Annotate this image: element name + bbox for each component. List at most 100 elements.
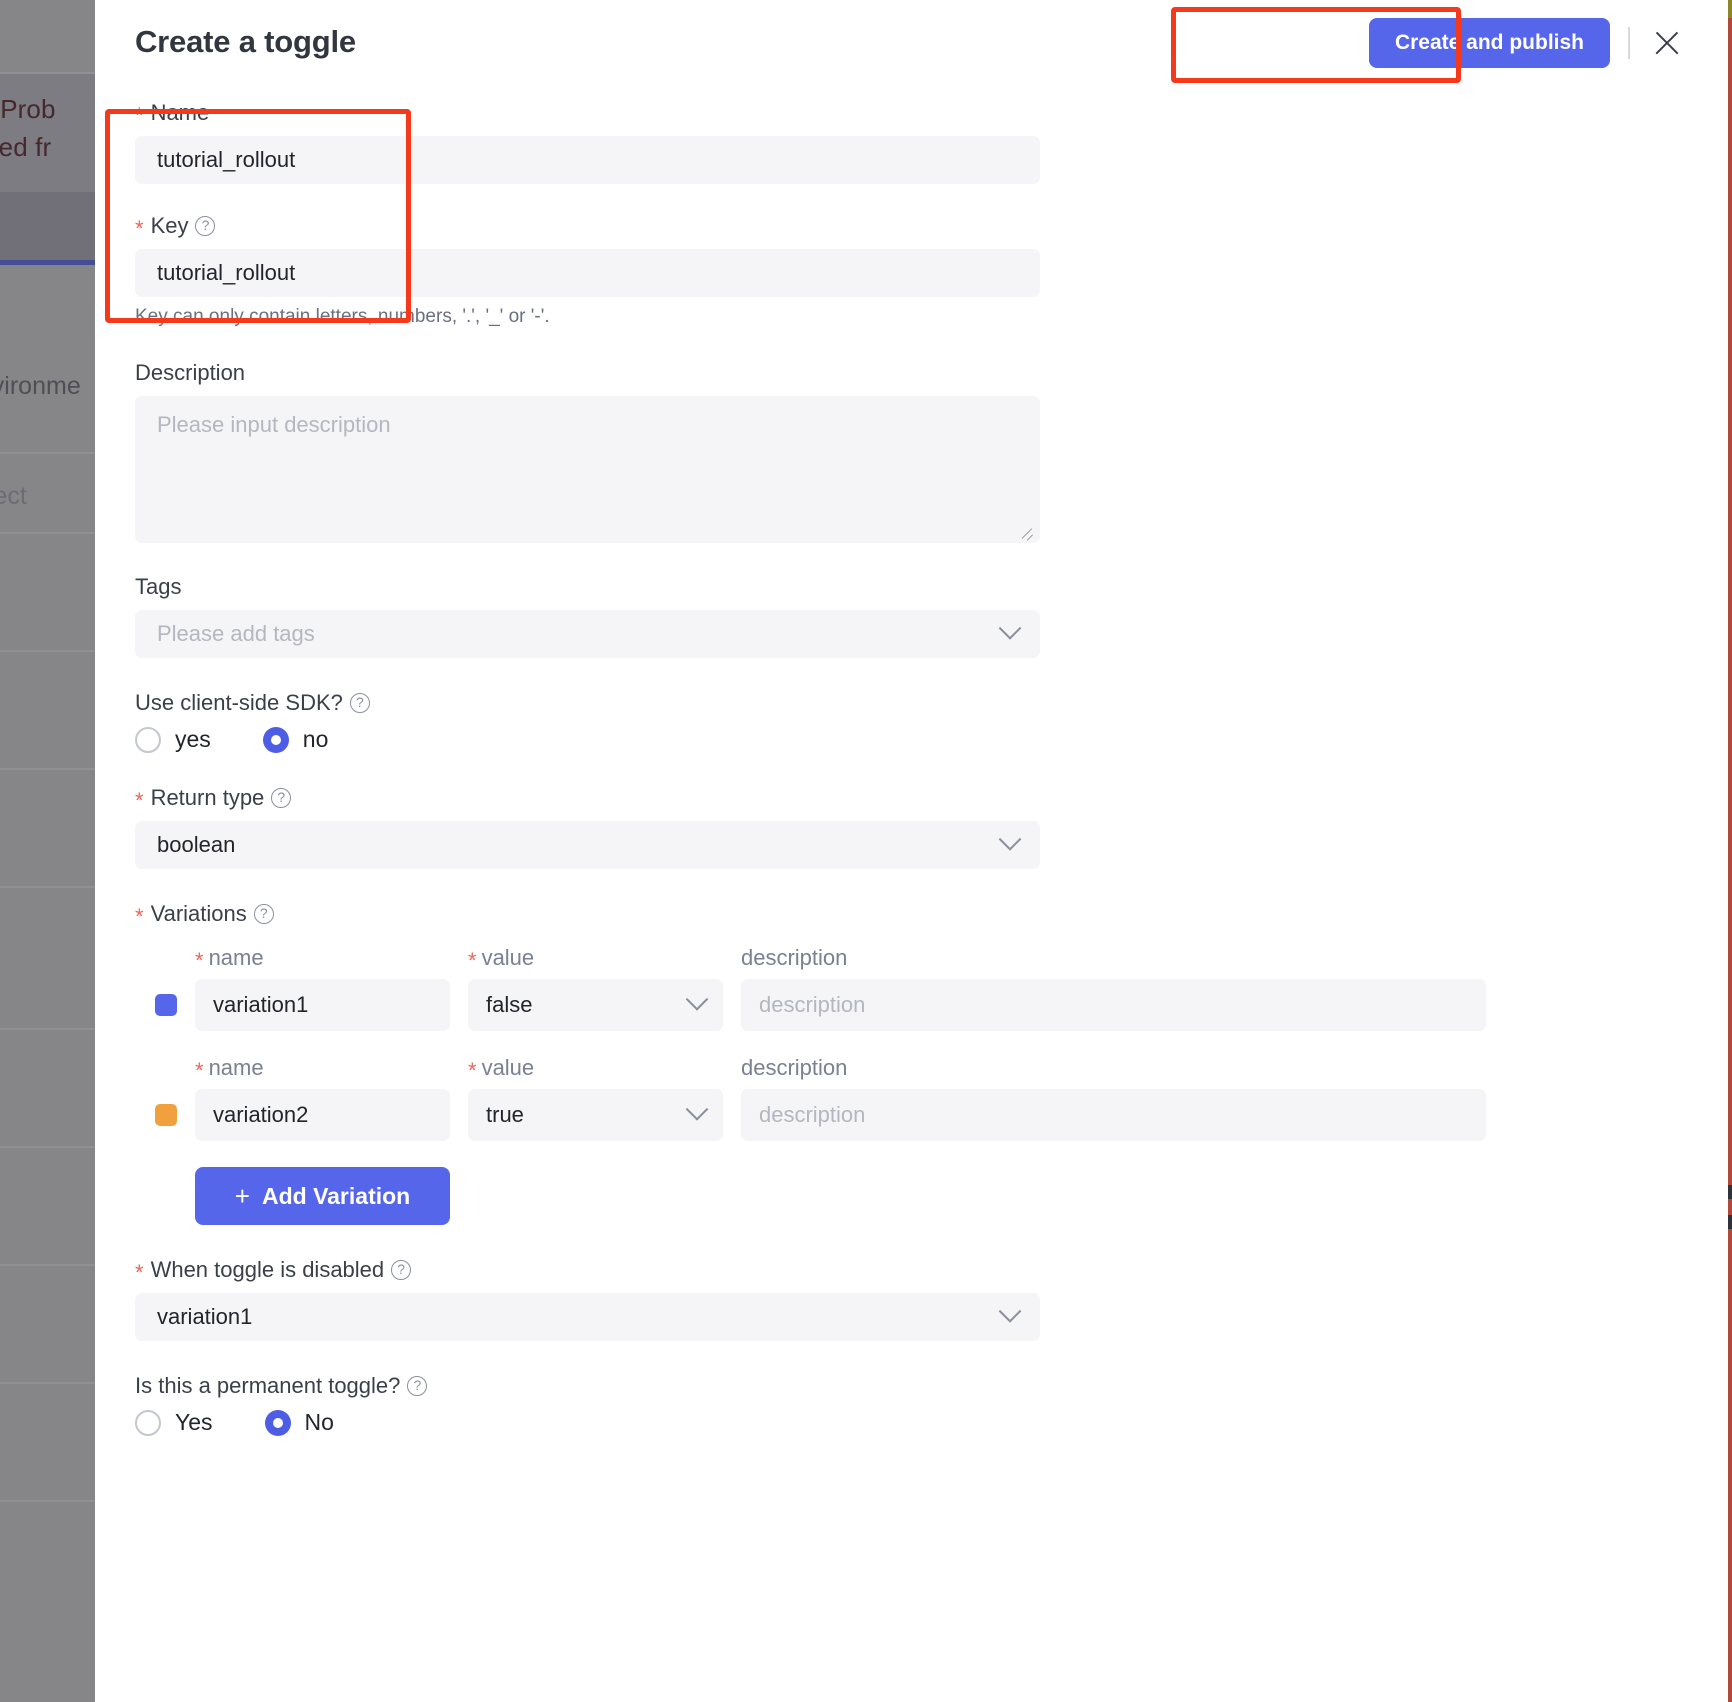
name-input[interactable]: tutorial_rollout [135,136,1040,184]
description-label: Description [135,360,1695,386]
radio-label-sdk-no: no [303,726,329,753]
variation-value-select[interactable]: false [468,979,723,1031]
create-toggle-drawer: Create a toggle Create and publish * Nam… [95,0,1728,1702]
question-mark-icon[interactable]: ? [407,1376,427,1396]
chevron-down-icon [999,617,1022,640]
radio-option-permanent-no[interactable]: No [265,1409,334,1436]
drawer-header: Create a toggle Create and publish [95,0,1728,92]
column-header-description: description [741,945,847,971]
question-mark-icon[interactable]: ? [254,904,274,924]
key-label: Key [151,213,189,239]
required-asterisk: * [135,790,144,812]
variations-label-row: * Variations ? [135,901,1695,927]
return-type-select[interactable]: boolean [135,821,1040,869]
required-asterisk: * [195,1058,204,1084]
radio-option-sdk-yes[interactable]: yes [135,726,211,753]
edge-segment-mid-2 [1728,1215,1732,1229]
column-header-value: * value [468,1055,741,1081]
column-header-value-text: value [482,945,535,971]
tags-placeholder: Please add tags [157,621,315,647]
field-tags: Tags Please add tags [135,574,1695,658]
required-asterisk: * [135,218,144,240]
chevron-down-icon [999,1300,1022,1323]
key-hint: Key can only contain letters, numbers, '… [135,306,1695,328]
page-title: Create a toggle [135,24,356,60]
radio-circle-selected-icon [263,727,289,753]
variation-description-input[interactable]: description [741,979,1486,1031]
name-label: Name [151,100,210,126]
variation-value-text: true [486,1102,524,1128]
field-variations: * Variations ? * name * value descriptio… [135,901,1695,1225]
add-variation-button[interactable]: + Add Variation [195,1167,450,1225]
column-header-description: description [741,1055,847,1081]
return-type-label: Return type [151,785,265,811]
description-textarea[interactable]: Please input description [135,396,1040,543]
variations-list: * name * value description variation1 fa… [155,945,1695,1225]
required-asterisk: * [135,1262,144,1284]
client-sdk-radio-group: yes no [135,726,1695,753]
required-asterisk: * [468,1058,477,1084]
radio-label-permanent-no: No [305,1409,334,1436]
field-when-disabled: * When toggle is disabled ? variation1 [135,1257,1695,1341]
variation-description-input[interactable]: description [741,1089,1486,1141]
variations-label: Variations [151,901,247,927]
description-placeholder: Please input description [157,412,391,437]
permanent-toggle-radio-group: Yes No [135,1409,1695,1436]
field-client-side-sdk: Use client-side SDK? ? yes no [135,690,1695,753]
question-mark-icon[interactable]: ? [350,693,370,713]
edge-segment-mid-1 [1728,1185,1732,1199]
question-mark-icon[interactable]: ? [391,1260,411,1280]
tags-select[interactable]: Please add tags [135,610,1040,658]
radio-label-sdk-yes: yes [175,726,211,753]
variation-name-input[interactable]: variation1 [195,979,450,1031]
toggle-form: * Name tutorial_rollout * Key ? tutorial… [135,100,1695,1436]
required-asterisk: * [468,948,477,974]
tags-label: Tags [135,574,1695,600]
edge-segment-top [1728,0,1732,18]
when-disabled-value: variation1 [157,1304,252,1330]
field-description: Description Please input description [135,360,1695,543]
column-header-value-text: value [482,1055,535,1081]
create-and-publish-button[interactable]: Create and publish [1369,18,1610,68]
modal-overlay-dim [0,0,95,1702]
question-mark-icon[interactable]: ? [195,216,215,236]
required-asterisk: * [195,948,204,974]
when-disabled-label: When toggle is disabled [151,1257,385,1283]
close-icon[interactable] [1650,26,1684,60]
variation-color-swatch[interactable] [155,994,177,1016]
variation-name-input[interactable]: variation2 [195,1089,450,1141]
add-variation-wrap: + Add Variation [155,1167,1695,1225]
variation-column-headers: * name * value description [155,945,1695,971]
column-header-value: * value [468,945,741,971]
variation-value-text: false [486,992,532,1018]
required-asterisk: * [135,105,144,127]
column-header-name: * name [195,945,468,971]
permanent-toggle-label: Is this a permanent toggle? [135,1373,400,1399]
variation-row: variation2 true description [155,1089,1695,1141]
dimmed-background-page: tureProb opped fr environme elect [0,0,95,1702]
variation-row: variation1 false description [155,979,1695,1031]
radio-option-permanent-yes[interactable]: Yes [135,1409,213,1436]
return-type-value: boolean [157,832,235,858]
field-key: * Key ? tutorial_rollout Key can only co… [135,213,1695,328]
variation-value-select[interactable]: true [468,1089,723,1141]
required-asterisk: * [135,906,144,928]
field-name: * Name tutorial_rollout [135,100,1695,184]
chevron-down-icon [999,828,1022,851]
chevron-down-icon [686,1098,709,1121]
chevron-down-icon [686,988,709,1011]
radio-circle-icon [135,1410,161,1436]
return-type-label-row: * Return type ? [135,785,1695,811]
when-disabled-select[interactable]: variation1 [135,1293,1040,1341]
question-mark-icon[interactable]: ? [271,788,291,808]
radio-option-sdk-no[interactable]: no [263,726,329,753]
plus-icon: + [235,1183,250,1209]
add-variation-label: Add Variation [262,1183,410,1210]
radio-circle-selected-icon [265,1410,291,1436]
variation-color-swatch[interactable] [155,1104,177,1126]
key-input[interactable]: tutorial_rollout [135,249,1040,297]
key-label-row: * Key ? [135,213,1695,239]
resize-grip-icon[interactable] [1020,524,1034,538]
client-sdk-label: Use client-side SDK? [135,690,343,716]
field-return-type: * Return type ? boolean [135,785,1695,869]
